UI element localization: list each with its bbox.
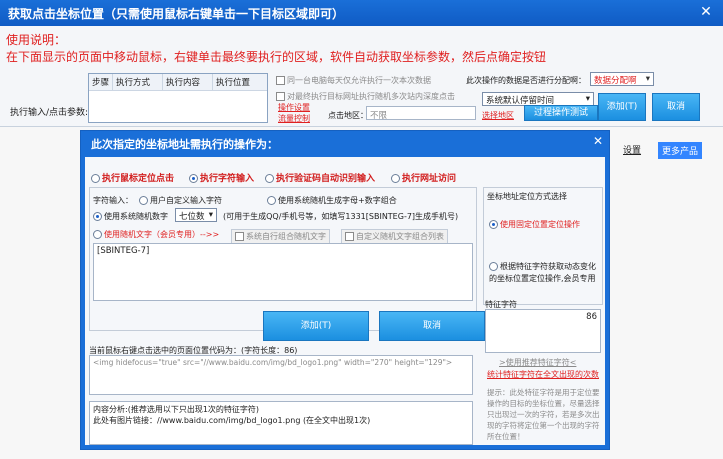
digits-hint: (可用于生成QQ/手机号等，如填写1331[SBINTEG-7]生成手机号) — [223, 212, 459, 221]
feature-input[interactable]: 86 — [485, 309, 601, 353]
option-label: 同一台电脑每天仅允许执行一次本次数据 — [287, 76, 431, 85]
close-icon[interactable]: ✕ — [593, 134, 603, 148]
option-label: 使用系统随机生成字母+数字组合 — [278, 196, 397, 205]
col-method: 执行方式 — [113, 74, 163, 90]
opt-feature-position[interactable]: 根据特征字符获取动态变化的坐标位置定位操作,会员专用 — [489, 261, 601, 285]
exec-steps-table[interactable]: 步骤 执行方式 执行内容 执行位置 — [88, 73, 268, 123]
use-recommended-link[interactable]: >使用推荐特征字符< — [499, 357, 576, 368]
assign-select[interactable]: 数据分配啊 ▾ — [590, 72, 654, 86]
code-textarea[interactable]: <img hidefocus="true" src="//www.baidu.c… — [89, 355, 473, 395]
radio[interactable] — [93, 230, 102, 239]
radio[interactable] — [391, 174, 400, 183]
mode-url-visit[interactable]: 执行网址访问 — [391, 171, 456, 184]
char-input-label: 字符输入： — [93, 196, 133, 205]
table-header: 步骤 执行方式 执行内容 执行位置 — [89, 74, 267, 91]
dialog-add-button[interactable]: 添加(T) — [263, 311, 369, 341]
radio[interactable] — [93, 212, 102, 221]
settings-link[interactable]: 设置 — [623, 143, 641, 156]
chevron-down-icon: ▾ — [585, 94, 590, 104]
opt-sys-random-mix[interactable]: 使用系统随机生成字母+数字组合 — [267, 195, 397, 206]
add-button[interactable]: 添加(T) — [598, 93, 646, 121]
mode-label: 执行验证码自动识别输入 — [276, 174, 376, 184]
opt-sys-random-number[interactable]: 使用系统随机数字 — [93, 211, 168, 222]
radio[interactable] — [139, 196, 148, 205]
option-label: 使用随机文字（会员专用）-->> — [104, 230, 220, 239]
process-test-button[interactable]: 过程操作测试 — [524, 105, 598, 121]
radio[interactable] — [265, 174, 274, 183]
checkbox[interactable] — [276, 92, 285, 101]
option-label: 根据特征字符获取动态变化的坐标位置定位操作,会员专用 — [489, 262, 596, 283]
radio[interactable] — [189, 174, 198, 183]
option-same-pc-once[interactable]: 同一台电脑每天仅允许执行一次本次数据 — [276, 75, 431, 86]
option-label: 自定义随机文字组合列表 — [356, 232, 444, 241]
exec-params-label: 执行输入/点击参数: — [10, 108, 89, 118]
opt-random-text-vip[interactable]: 使用随机文字（会员专用）-->> — [93, 229, 219, 240]
mode-captcha[interactable]: 执行验证码自动识别输入 — [265, 171, 375, 184]
col-content: 执行内容 — [163, 74, 213, 90]
col-position: 执行位置 — [216, 78, 251, 88]
radio[interactable] — [267, 196, 276, 205]
radio[interactable] — [489, 220, 498, 229]
option-label: 对最终执行目标网址执行随机多次站内深度点击 — [287, 92, 455, 101]
click-area-input[interactable]: 不限 — [366, 106, 476, 121]
click-area-label: 点击地区： — [328, 111, 368, 120]
locate-mode-title: 坐标地址定位方式选择 — [487, 192, 567, 201]
opt-custom-text-list[interactable]: 自定义随机文字组合列表 — [341, 229, 448, 244]
radio[interactable] — [91, 174, 100, 183]
window-titlebar: 获取点击坐标位置（只需使用鼠标右键单击一下目标区域即可） — [0, 0, 723, 26]
flow-control-link[interactable]: 流量控制 — [278, 113, 310, 124]
window-title: 获取点击坐标位置（只需使用鼠标右键单击一下目标区域即可） — [8, 7, 345, 21]
digits-select[interactable]: 七位数 ▾ — [175, 208, 217, 222]
more-products-button[interactable]: 更多产品 — [658, 142, 703, 159]
radio[interactable] — [489, 262, 498, 271]
opt-fixed-position[interactable]: 使用固定位置定位操作 — [489, 219, 601, 230]
mode-mouse-click[interactable]: 执行鼠标定位点击 — [91, 171, 174, 184]
option-random-click[interactable]: 对最终执行目标网址执行随机多次站内深度点击 — [276, 91, 455, 102]
instructions-heading: 使用说明： — [6, 33, 67, 47]
dialog-cancel-button[interactable]: 取消 — [379, 311, 485, 341]
cancel-button[interactable]: 取消 — [652, 93, 700, 121]
feature-tip: 提示：此处特征字符是用于定位要操作的目标的坐标位置，尽量选择只出现过一次的字符，… — [487, 388, 600, 441]
mode-label: 执行鼠标定位点击 — [102, 174, 175, 184]
opt-sys-random-text[interactable]: 系统自行组合随机文字 — [231, 229, 330, 244]
mode-label: 执行字符输入 — [200, 174, 255, 184]
col-step: 步骤 — [89, 74, 113, 90]
chevron-down-icon: ▾ — [645, 74, 650, 84]
mode-char-input[interactable]: 执行字符输入 — [189, 171, 254, 184]
chevron-down-icon: ▾ — [208, 210, 213, 220]
digits-value: 七位数 — [179, 212, 205, 222]
operation-dialog: 此次指定的坐标地址需执行的操作为： ✕ 执行鼠标定位点击 执行字符输入 执行验证… — [80, 130, 610, 450]
analysis-line-2: 此处有图片链接：//www.baidu.com/img/bd_logo1.png… — [93, 416, 371, 425]
option-label: 系统自行组合随机文字 — [246, 232, 326, 241]
opt-user-custom[interactable]: 用户自定义输入字符 — [139, 195, 222, 206]
option-label: 用户自定义输入字符 — [150, 196, 222, 205]
option-label: 使用固定位置定位操作 — [500, 220, 580, 229]
wait-time-select[interactable]: 系统默认停留时间 ▾ — [482, 92, 594, 106]
count-occurrence-link[interactable]: 统计特征字符在全文出现的次数 — [487, 369, 599, 380]
checkbox[interactable] — [345, 232, 354, 241]
assign-value: 数据分配啊 — [594, 76, 637, 86]
mode-label: 执行网址访问 — [402, 174, 457, 184]
close-icon[interactable]: ✕ — [697, 3, 715, 21]
char-textarea[interactable]: [SBINTEG-7] — [93, 243, 473, 301]
analysis-box[interactable]: 内容分析:(推荐选用以下只出现1次的特征字符) 此处有图片链接：//www.ba… — [89, 401, 473, 445]
option-label: 使用系统随机数字 — [104, 212, 168, 221]
analysis-line-1: 内容分析:(推荐选用以下只出现1次的特征字符) — [93, 405, 260, 414]
op-settings-link[interactable]: 操作设置 — [278, 102, 310, 113]
instructions-text: 在下面显示的页面中移动鼠标，右键单击最终要执行的区域，软件自动获取坐标参数，然后… — [6, 50, 547, 64]
dialog-title: 此次指定的坐标地址需执行的操作为： — [91, 138, 278, 151]
checkbox[interactable] — [235, 232, 244, 241]
select-area-link[interactable]: 选择地区 — [482, 110, 514, 121]
checkbox[interactable] — [276, 76, 285, 85]
assign-label: 此次操作的数据是否进行分配啊： — [466, 76, 586, 85]
dialog-body: 执行鼠标定位点击 执行字符输入 执行验证码自动识别输入 执行网址访问 字符输入：… — [85, 157, 605, 445]
locate-mode-group — [483, 187, 603, 305]
